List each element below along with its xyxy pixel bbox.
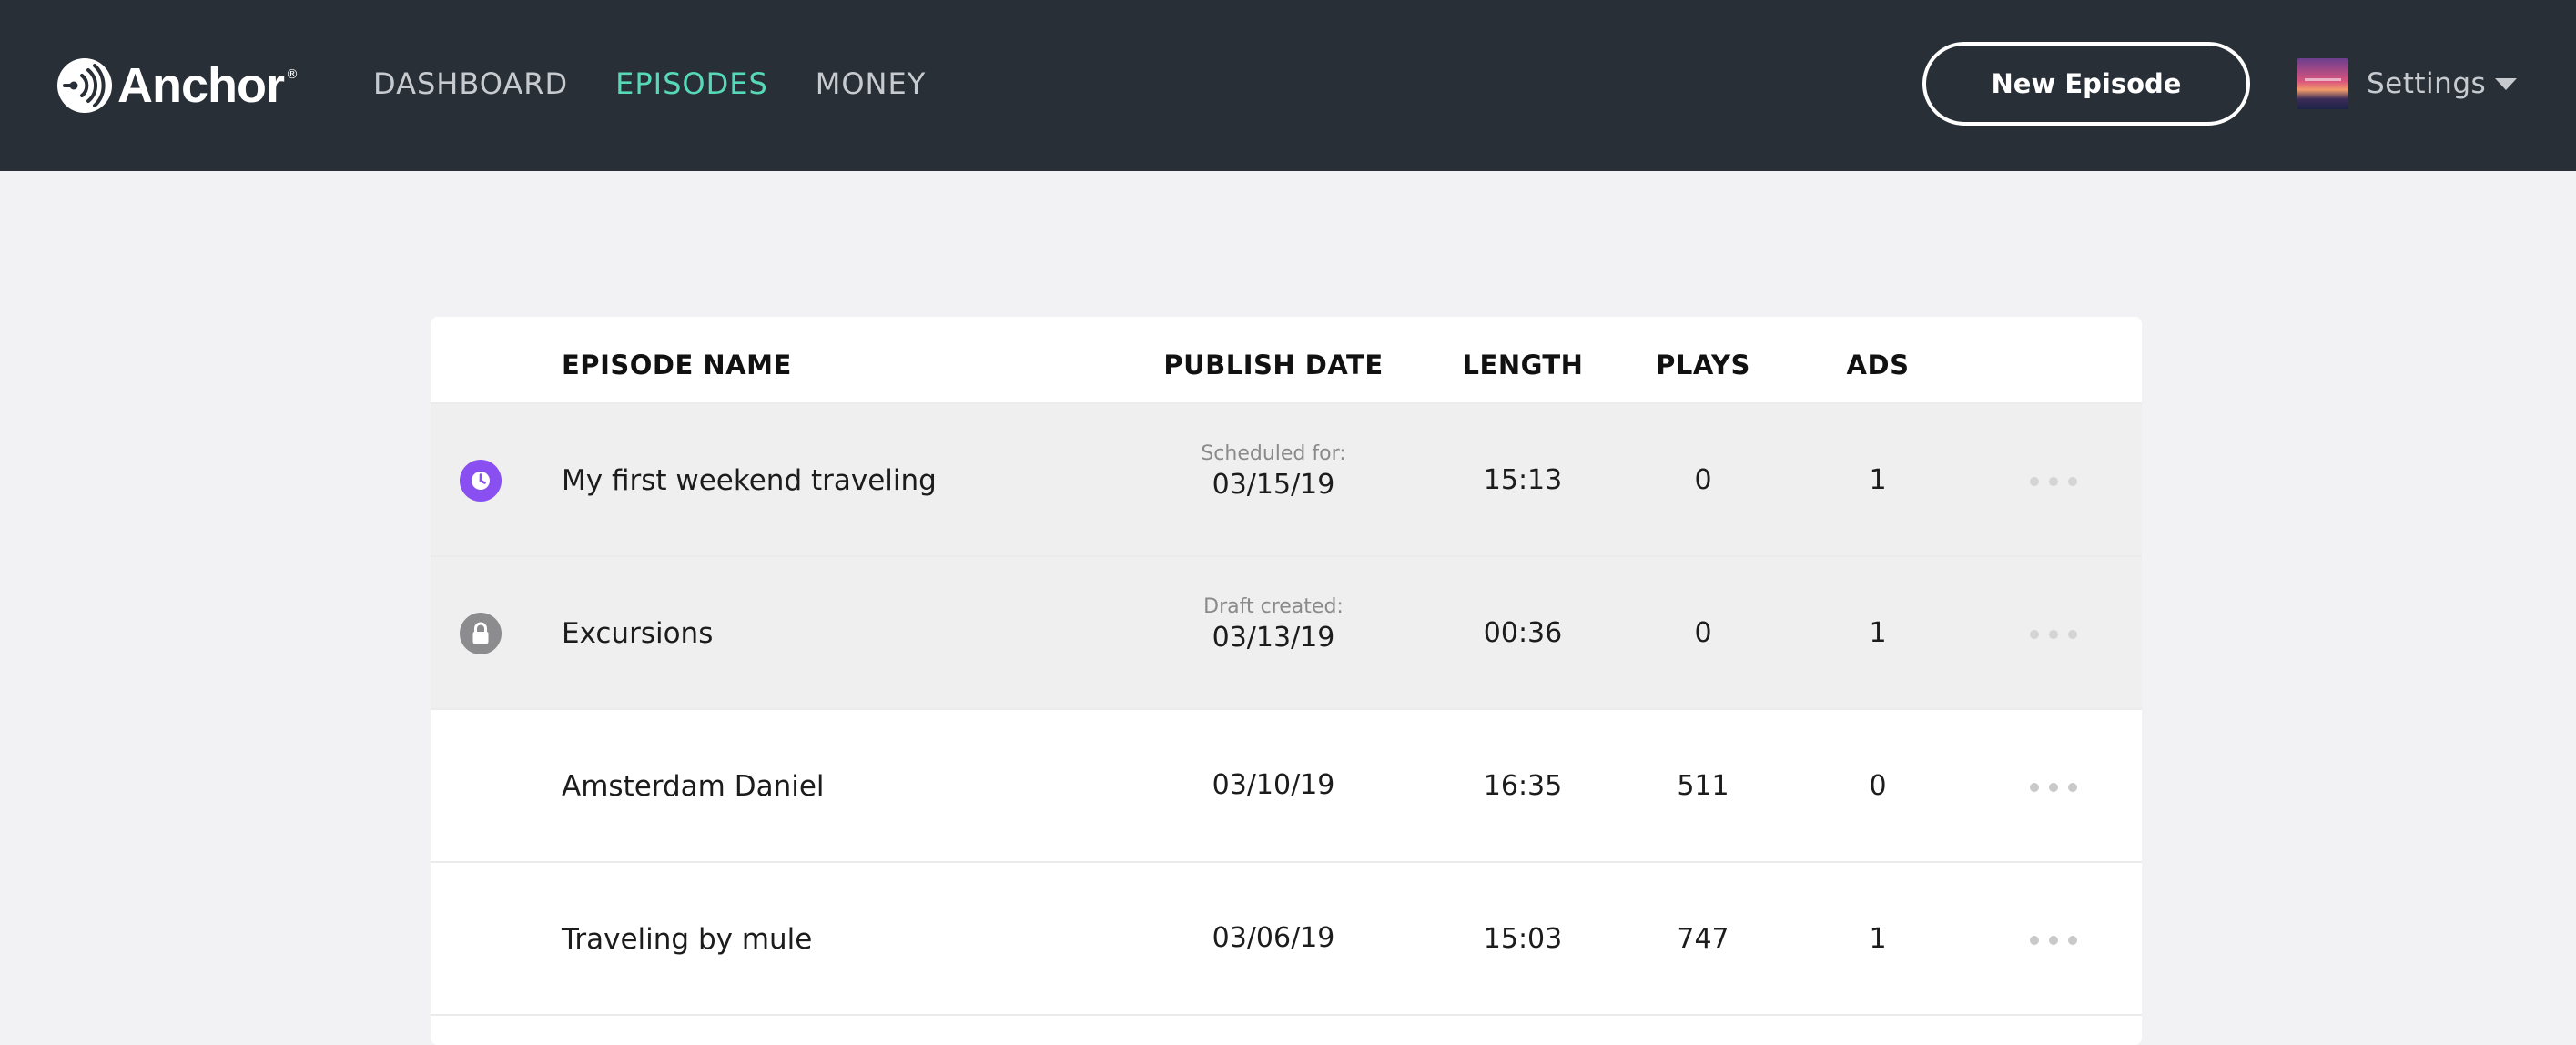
main-nav: DASHBOARD EPISODES MONEY — [373, 62, 973, 106]
episode-ads: 1 — [1869, 464, 1887, 496]
lock-icon — [460, 613, 502, 654]
more-options-icon[interactable] — [2030, 936, 2077, 945]
episode-length: 00:36 — [1483, 617, 1563, 649]
episodes-table: EPISODE NAME PUBLISH DATE LENGTH PLAYS A… — [431, 317, 2142, 1045]
column-length: LENGTH — [1462, 350, 1584, 380]
column-ads: ADS — [1846, 350, 1910, 380]
column-publish-date: PUBLISH DATE — [1163, 350, 1384, 380]
table-header: EPISODE NAME PUBLISH DATE LENGTH PLAYS A… — [431, 317, 2142, 404]
date-caption: Scheduled for: — [1201, 442, 1346, 465]
episode-length: 15:13 — [1483, 464, 1563, 496]
date-value: 03/06/19 — [1212, 922, 1335, 954]
publish-date: 03/10/19 — [1212, 768, 1335, 803]
date-value: 03/10/19 — [1212, 769, 1335, 801]
caret-down-icon — [2495, 77, 2518, 90]
episode-ads: 1 — [1869, 923, 1887, 955]
episode-length: 15:03 — [1483, 923, 1563, 955]
publish-date: Scheduled for: 03/15/19 — [1201, 441, 1345, 502]
table-row[interactable]: Traveling by mule 03/06/19 15:03 747 1 — [431, 863, 2142, 1016]
settings-menu[interactable]: Settings — [2297, 58, 2518, 109]
episode-name[interactable]: Traveling by mule — [562, 923, 812, 956]
settings-label: Settings — [2367, 67, 2487, 100]
episode-ads: 1 — [1869, 617, 1887, 649]
episode-length: 16:35 — [1483, 770, 1563, 802]
more-options-icon[interactable] — [2030, 630, 2077, 639]
date-caption: Draft created: — [1203, 595, 1344, 618]
anchor-logo[interactable]: Anchor ® — [57, 53, 299, 118]
episode-plays: 0 — [1694, 617, 1712, 649]
clock-icon — [460, 460, 502, 502]
episode-name[interactable]: Amsterdam Daniel — [562, 770, 825, 803]
date-value: 03/13/19 — [1212, 622, 1335, 654]
registered-mark: ® — [286, 67, 299, 82]
anchor-logo-icon — [57, 58, 112, 113]
new-episode-button[interactable]: New Episode — [1922, 42, 2250, 126]
episode-plays: 511 — [1677, 770, 1729, 802]
more-options-icon[interactable] — [2030, 783, 2077, 792]
publish-date: 03/06/19 — [1212, 921, 1335, 956]
more-options-icon[interactable] — [2030, 477, 2077, 486]
nav-money[interactable]: MONEY — [816, 62, 927, 106]
nav-episodes[interactable]: EPISODES — [615, 62, 768, 106]
publish-date: Draft created: 03/13/19 — [1203, 594, 1344, 655]
table-row[interactable]: Amsterdam Daniel 03/10/19 16:35 511 0 — [431, 710, 2142, 863]
podcast-avatar — [2297, 58, 2348, 109]
episode-plays: 0 — [1694, 464, 1712, 496]
nav-dashboard[interactable]: DASHBOARD — [373, 62, 568, 106]
episode-name[interactable]: My first weekend traveling — [562, 464, 937, 497]
top-bar: Anchor ® DASHBOARD EPISODES MONEY New Ep… — [0, 0, 2576, 171]
episode-plays: 747 — [1677, 923, 1729, 955]
table-row[interactable]: Excursions Draft created: 03/13/19 00:36… — [431, 557, 2142, 710]
date-value: 03/15/19 — [1212, 469, 1335, 501]
table-row[interactable]: My first weekend traveling Scheduled for… — [431, 404, 2142, 557]
column-plays: PLAYS — [1656, 350, 1750, 380]
brand-name: Anchor — [117, 58, 285, 113]
column-episode-name: EPISODE NAME — [562, 350, 792, 380]
episode-name[interactable]: Excursions — [562, 617, 713, 650]
episode-ads: 0 — [1869, 770, 1887, 802]
